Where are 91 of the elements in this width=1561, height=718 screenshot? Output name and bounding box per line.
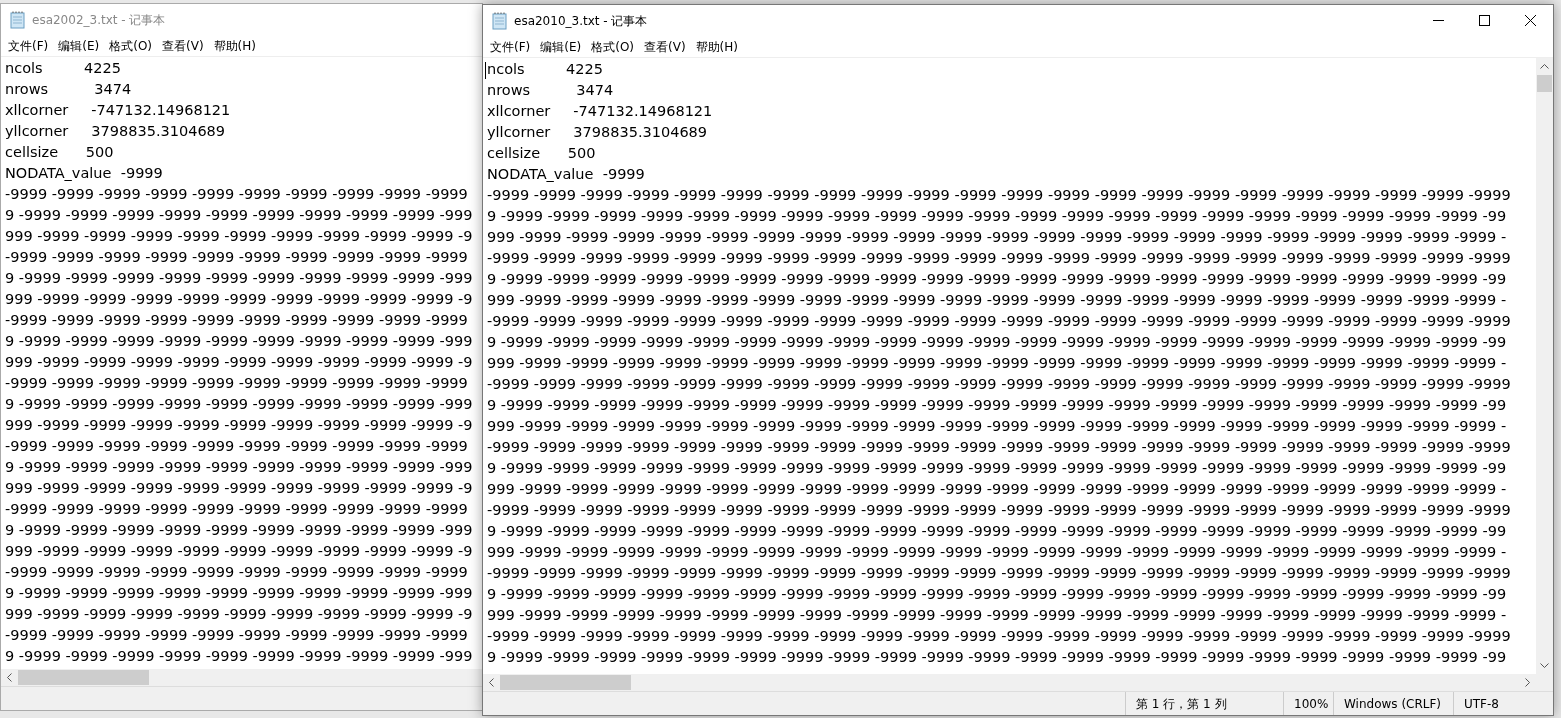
- status-field: Windows (CRLF): [1333, 692, 1453, 715]
- text-line: 9 -9999 -9999 -9999 -9999 -9999 -9999 -9999 -9999 -9999 -9999 -9999 -9999 -9999 -9999 -9999 -9999 -9999 -9999 -9999 -9999 -9999 -99: [487, 522, 1507, 541]
- text-line: 999 -9999 -9999 -9999 -9999 -9999 -9999 -9999 -9999 -9999 -9999 -9999 -9999 -9999 -9999 -9999 -9999 -9999 -9999 -9999 -9999 -9999 -: [487, 417, 1507, 436]
- menu-item[interactable]: 帮助(H): [208, 36, 261, 55]
- text-line: 9 -9999 -9999 -9999 -9999 -9999 -9999 -9999 -9999 -9999 -999: [5, 521, 473, 540]
- text-line: -9999 -9999 -9999 -9999 -9999 -9999 -9999 -9999 -9999 -9999: [5, 563, 468, 582]
- scrollbar-thumb[interactable]: [500, 675, 631, 690]
- text-line: xllcorner -747132.14968121: [5, 101, 231, 120]
- text-line: NODATA_value -9999: [487, 165, 645, 184]
- minimize-icon: [1432, 20, 1444, 21]
- text-line: 9 -9999 -9999 -9999 -9999 -9999 -9999 -9999 -9999 -9999 -999: [5, 332, 473, 351]
- text-line: 999 -9999 -9999 -9999 -9999 -9999 -9999 -9999 -9999 -9999 -9: [5, 353, 473, 372]
- text-line: 9 -9999 -9999 -9999 -9999 -9999 -9999 -9999 -9999 -9999 -9999 -9999 -9999 -9999 -9999 -9999 -9999 -9999 -9999 -9999 -9999 -9999 -99: [487, 333, 1507, 352]
- text-line: 9 -9999 -9999 -9999 -9999 -9999 -9999 -9999 -9999 -9999 -9999 -9999 -9999 -9999 -9999 -9999 -9999 -9999 -9999 -9999 -9999 -9999 -99: [487, 648, 1507, 667]
- text-line: ncols 4225: [5, 59, 121, 78]
- text-line: 999 -9999 -9999 -9999 -9999 -9999 -9999 -9999 -9999 -9999 -9999 -9999 -9999 -9999 -9999 -9999 -9999 -9999 -9999 -9999 -9999 -9999 -: [487, 228, 1507, 247]
- close-icon: [1524, 15, 1536, 26]
- text-line: -9999 -9999 -9999 -9999 -9999 -9999 -9999 -9999 -9999 -9999: [5, 500, 468, 519]
- scroll-left-icon: [489, 678, 494, 687]
- text-line: 9 -9999 -9999 -9999 -9999 -9999 -9999 -9999 -9999 -9999 -999: [5, 395, 473, 414]
- status-field: 100%: [1283, 692, 1333, 715]
- text-line: nrows 3474: [487, 81, 614, 100]
- menu-item[interactable]: 格式(O): [104, 36, 158, 55]
- text-line: 999 -9999 -9999 -9999 -9999 -9999 -9999 -9999 -9999 -9999 -9999 -9999 -9999 -9999 -9999 -9999 -9999 -9999 -9999 -9999 -9999 -9999 -: [487, 354, 1507, 373]
- notepad-icon: [492, 11, 508, 30]
- text-caret: [485, 62, 486, 79]
- text-line: -9999 -9999 -9999 -9999 -9999 -9999 -9999 -9999 -9999 -9999: [5, 437, 468, 456]
- text-line: 999 -9999 -9999 -9999 -9999 -9999 -9999 -9999 -9999 -9999 -9: [5, 416, 473, 435]
- scroll-down-icon: [1540, 663, 1549, 668]
- text-line: -9999 -9999 -9999 -9999 -9999 -9999 -9999 -9999 -9999 -9999 -9999 -9999 -9999 -9999 -9999 -9999 -9999 -9999 -9999 -9999 -9999 -9999: [487, 249, 1511, 268]
- text-line: -9999 -9999 -9999 -9999 -9999 -9999 -9999 -9999 -9999 -9999: [5, 311, 468, 330]
- text-line: 9 -9999 -9999 -9999 -9999 -9999 -9999 -9999 -9999 -9999 -999: [5, 458, 473, 477]
- scrollbar-thumb[interactable]: [1537, 75, 1552, 92]
- text-line: -9999 -9999 -9999 -9999 -9999 -9999 -9999 -9999 -9999 -9999 -9999 -9999 -9999 -9999 -9999 -9999 -9999 -9999 -9999 -9999 -9999 -9999: [487, 312, 1511, 331]
- menu-item[interactable]: 文件(F): [485, 37, 536, 56]
- status-field: 第 1 行，第 1 列: [1125, 692, 1283, 715]
- scrollbar-thumb[interactable]: [18, 670, 149, 685]
- text-line: NODATA_value -9999: [5, 164, 163, 183]
- menu-item[interactable]: 文件(F): [3, 36, 54, 55]
- window-title: esa2002_3.txt - 记事本: [32, 11, 166, 29]
- menu-item[interactable]: 查看(V): [157, 36, 209, 55]
- text-line: -9999 -9999 -9999 -9999 -9999 -9999 -9999 -9999 -9999 -9999 -9999 -9999 -9999 -9999 -9999 -9999 -9999 -9999 -9999 -9999 -9999 -9999: [487, 501, 1511, 520]
- vertical-scrollbar[interactable]: [1536, 58, 1553, 674]
- text-line: 999 -9999 -9999 -9999 -9999 -9999 -9999 -9999 -9999 -9999 -9: [5, 479, 473, 498]
- notepad-icon: [10, 10, 26, 29]
- text-line: 999 -9999 -9999 -9999 -9999 -9999 -9999 -9999 -9999 -9999 -9: [5, 542, 473, 561]
- text-line: 9 -9999 -9999 -9999 -9999 -9999 -9999 -9999 -9999 -9999 -9999 -9999 -9999 -9999 -9999 -9999 -9999 -9999 -9999 -9999 -9999 -9999 -99: [487, 207, 1507, 226]
- horizontal-scrollbar[interactable]: [1, 669, 482, 686]
- text-line: 9 -9999 -9999 -9999 -9999 -9999 -9999 -9999 -9999 -9999 -9999 -9999 -9999 -9999 -9999 -9999 -9999 -9999 -9999 -9999 -9999 -9999 -99: [487, 396, 1507, 415]
- scroll-up-icon: [1540, 64, 1549, 69]
- scroll-right-icon: [1525, 678, 1530, 687]
- text-line: yllcorner 3798835.3104689: [5, 122, 226, 141]
- menu-item[interactable]: 格式(O): [586, 37, 640, 56]
- menu-item[interactable]: 编辑(E): [535, 37, 587, 56]
- text-line: 999 -9999 -9999 -9999 -9999 -9999 -9999 -9999 -9999 -9999 -9999 -9999 -9999 -9999 -9999 -9999 -9999 -9999 -9999 -9999 -9999 -9999 -: [487, 480, 1507, 499]
- text-line: 9 -9999 -9999 -9999 -9999 -9999 -9999 -9999 -9999 -9999 -9999 -9999 -9999 -9999 -9999 -9999 -9999 -9999 -9999 -9999 -9999 -9999 -99: [487, 270, 1507, 289]
- text-line: 9 -9999 -9999 -9999 -9999 -9999 -9999 -9999 -9999 -9999 -9999 -9999 -9999 -9999 -9999 -9999 -9999 -9999 -9999 -9999 -9999 -9999 -99: [487, 459, 1507, 478]
- text-line: -9999 -9999 -9999 -9999 -9999 -9999 -9999 -9999 -9999 -9999: [5, 248, 468, 267]
- menu-item[interactable]: 查看(V): [639, 37, 691, 56]
- menu-item[interactable]: 帮助(H): [690, 37, 743, 56]
- text-line: cellsize 500: [5, 143, 114, 162]
- text-line: 9 -9999 -9999 -9999 -9999 -9999 -9999 -9999 -9999 -9999 -999: [5, 269, 473, 288]
- text-line: -9999 -9999 -9999 -9999 -9999 -9999 -9999 -9999 -9999 -9999 -9999 -9999 -9999 -9999 -9999 -9999 -9999 -9999 -9999 -9999 -9999 -9999: [487, 564, 1511, 583]
- text-line: nrows 3474: [5, 80, 132, 99]
- text-line: 9 -9999 -9999 -9999 -9999 -9999 -9999 -9999 -9999 -9999 -999: [5, 206, 473, 225]
- horizontal-scrollbar[interactable]: [483, 674, 1553, 691]
- status-field: UTF-8: [1453, 692, 1553, 715]
- text-line: 9 -9999 -9999 -9999 -9999 -9999 -9999 -9999 -9999 -9999 -999: [5, 584, 473, 603]
- text-line: 999 -9999 -9999 -9999 -9999 -9999 -9999 -9999 -9999 -9999 -9999 -9999 -9999 -9999 -9999 -9999 -9999 -9999 -9999 -9999 -9999 -9999 -: [487, 291, 1507, 310]
- text-line: -9999 -9999 -9999 -9999 -9999 -9999 -9999 -9999 -9999 -9999: [5, 626, 468, 645]
- text-line: -9999 -9999 -9999 -9999 -9999 -9999 -9999 -9999 -9999 -9999 -9999 -9999 -9999 -9999 -9999 -9999 -9999 -9999 -9999 -9999 -9999 -9999: [487, 186, 1511, 205]
- text-line: -9999 -9999 -9999 -9999 -9999 -9999 -9999 -9999 -9999 -9999: [5, 374, 468, 393]
- window-title: esa2010_3.txt - 记事本: [514, 12, 648, 30]
- text-line: 999 -9999 -9999 -9999 -9999 -9999 -9999 -9999 -9999 -9999 -9: [5, 227, 473, 246]
- text-line: cellsize 500: [487, 144, 596, 163]
- text-line: 9 -9999 -9999 -9999 -9999 -9999 -9999 -9999 -9999 -9999 -999: [5, 647, 473, 666]
- text-line: 999 -9999 -9999 -9999 -9999 -9999 -9999 -9999 -9999 -9999 -9: [5, 605, 473, 624]
- scroll-left-icon: [7, 673, 12, 682]
- text-line: -9999 -9999 -9999 -9999 -9999 -9999 -9999 -9999 -9999 -9999 -9999 -9999 -9999 -9999 -9999 -9999 -9999 -9999 -9999 -9999 -9999 -9999: [487, 627, 1511, 646]
- menu-item[interactable]: 编辑(E): [53, 36, 105, 55]
- text-line: yllcorner 3798835.3104689: [487, 123, 708, 142]
- text-line: 9 -9999 -9999 -9999 -9999 -9999 -9999 -9999 -9999 -9999 -9999 -9999 -9999 -9999 -9999 -9999 -9999 -9999 -9999 -9999 -9999 -9999 -99: [487, 585, 1507, 604]
- text-line: 999 -9999 -9999 -9999 -9999 -9999 -9999 -9999 -9999 -9999 -9999 -9999 -9999 -9999 -9999 -9999 -9999 -9999 -9999 -9999 -9999 -9999 -: [487, 606, 1507, 625]
- text-line: 999 -9999 -9999 -9999 -9999 -9999 -9999 -9999 -9999 -9999 -9: [5, 290, 473, 309]
- text-line: ncols 4225: [487, 60, 603, 79]
- text-line: 999 -9999 -9999 -9999 -9999 -9999 -9999 -9999 -9999 -9999 -9999 -9999 -9999 -9999 -9999 -9999 -9999 -9999 -9999 -9999 -9999 -9999 -: [487, 543, 1507, 562]
- maximize-icon: [1478, 15, 1490, 26]
- text-line: -9999 -9999 -9999 -9999 -9999 -9999 -9999 -9999 -9999 -9999 -9999 -9999 -9999 -9999 -9999 -9999 -9999 -9999 -9999 -9999 -9999 -9999: [487, 375, 1511, 394]
- text-line: xllcorner -747132.14968121: [487, 102, 713, 121]
- text-line: -9999 -9999 -9999 -9999 -9999 -9999 -9999 -9999 -9999 -9999: [5, 185, 468, 204]
- text-line: -9999 -9999 -9999 -9999 -9999 -9999 -9999 -9999 -9999 -9999 -9999 -9999 -9999 -9999 -9999 -9999 -9999 -9999 -9999 -9999 -9999 -9999: [487, 438, 1511, 457]
